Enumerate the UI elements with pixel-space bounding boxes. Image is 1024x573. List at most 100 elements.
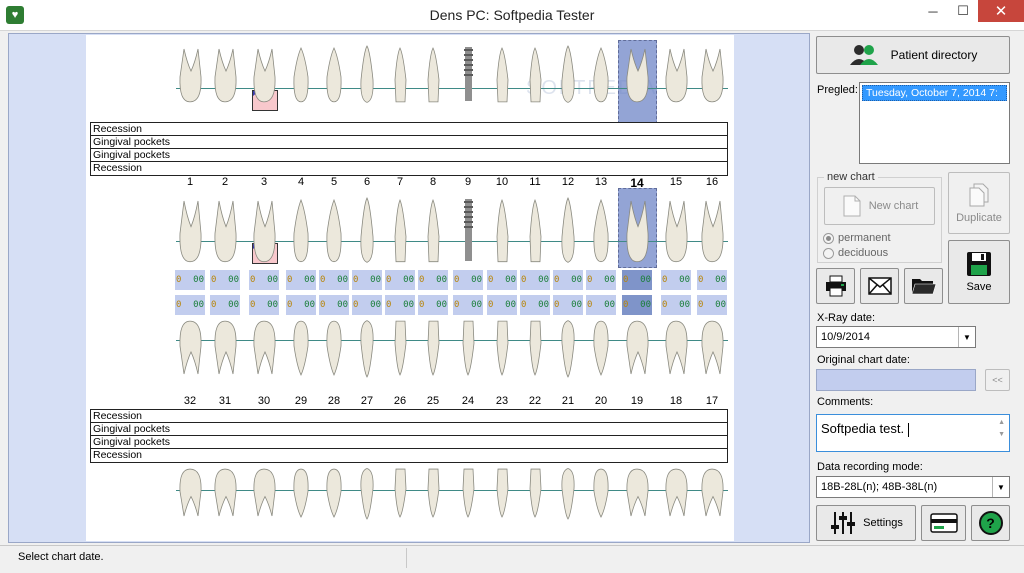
radio-deciduous-dot[interactable] xyxy=(823,247,834,259)
upper-occlusal-tooth-2[interactable] xyxy=(210,45,240,103)
lower-buccal-tooth-27[interactable] xyxy=(352,320,382,378)
tooth-number[interactable]: 21 xyxy=(557,395,579,407)
tooth-number[interactable]: 17 xyxy=(701,395,723,407)
tooth-number[interactable]: 9 xyxy=(457,176,479,188)
perio-row[interactable]: Gingival pockets xyxy=(91,423,727,436)
lower-buccal-tooth-28[interactable] xyxy=(319,320,349,378)
tooth-number[interactable]: 11 xyxy=(524,176,546,188)
tooth-number[interactable]: 13 xyxy=(590,176,612,188)
perio-row[interactable]: Recession xyxy=(91,123,727,136)
perio-data-cell[interactable]: 0 00 xyxy=(352,270,382,290)
tooth-number[interactable]: 8 xyxy=(422,176,444,188)
perio-data-cell[interactable]: 0 00 xyxy=(453,270,483,290)
upper-buccal-tooth-3[interactable] xyxy=(249,197,279,263)
perio-data-cell[interactable]: 0 00 xyxy=(553,270,583,290)
tooth-number[interactable]: 28 xyxy=(323,395,345,407)
perio-data-cell[interactable]: 0 00 xyxy=(210,295,240,315)
pregled-selected-item[interactable]: Tuesday, October 7, 2014 7: xyxy=(862,85,1007,101)
lower-perio-grid[interactable]: Recession Gingival pockets Gingival pock… xyxy=(90,409,728,463)
upper-occlusal-tooth-8[interactable] xyxy=(418,45,448,103)
tooth-number[interactable]: 20 xyxy=(590,395,612,407)
perio-data-cell[interactable]: 0 00 xyxy=(319,295,349,315)
upper-buccal-tooth-4[interactable] xyxy=(286,197,316,263)
dental-chart[interactable]: SOFTPEDIA Recession Gingival pockets Gin… xyxy=(86,35,734,541)
perio-data-cell[interactable]: 0 00 xyxy=(520,295,550,315)
maximize-button[interactable]: ☐ xyxy=(948,0,978,22)
upper-buccal-tooth-14[interactable] xyxy=(622,197,652,263)
tooth-number[interactable]: 27 xyxy=(356,395,378,407)
upper-buccal-tooth-16[interactable] xyxy=(697,197,727,263)
perio-data-cell[interactable]: 0 00 xyxy=(385,295,415,315)
upper-buccal-tooth-12[interactable] xyxy=(553,197,583,263)
upper-buccal-tooth-8[interactable] xyxy=(418,197,448,263)
tooth-number[interactable]: 32 xyxy=(179,395,201,407)
upper-occlusal-tooth-16[interactable] xyxy=(697,45,727,103)
perio-data-cell[interactable]: 0 00 xyxy=(175,270,205,290)
tooth-number[interactable]: 7 xyxy=(389,176,411,188)
perio-data-cell[interactable]: 0 00 xyxy=(249,270,279,290)
lower-buccal-tooth-21[interactable] xyxy=(553,320,583,378)
patient-directory-button[interactable]: Patient directory xyxy=(816,36,1010,74)
tooth-number[interactable]: 4 xyxy=(290,176,312,188)
perio-data-cell[interactable]: 0 00 xyxy=(286,270,316,290)
lower-buccal-tooth-22[interactable] xyxy=(520,320,550,378)
upper-occlusal-tooth-13[interactable] xyxy=(586,45,616,103)
perio-data-cell[interactable]: 0 00 xyxy=(175,295,205,315)
duplicate-button[interactable]: Duplicate xyxy=(948,172,1010,234)
tooth-number[interactable]: 16 xyxy=(701,176,723,188)
radio-deciduous[interactable]: deciduous xyxy=(823,247,888,259)
perio-data-cell[interactable]: 0 00 xyxy=(697,295,727,315)
perio-data-cell[interactable]: 0 00 xyxy=(249,295,279,315)
perio-data-cell[interactable]: 0 00 xyxy=(319,270,349,290)
pregled-list[interactable]: Tuesday, October 7, 2014 7: xyxy=(859,82,1010,164)
lower-occlusal-tooth-32[interactable] xyxy=(175,468,205,520)
upper-buccal-tooth-13[interactable] xyxy=(586,197,616,263)
lower-buccal-tooth-29[interactable] xyxy=(286,320,316,378)
upper-occlusal-tooth-14[interactable] xyxy=(622,45,652,103)
lower-buccal-tooth-26[interactable] xyxy=(385,320,415,378)
xray-date-dropdown[interactable]: 10/9/2014 ▼ xyxy=(816,326,976,348)
upper-buccal-tooth-2[interactable] xyxy=(210,197,240,263)
lower-occlusal-tooth-31[interactable] xyxy=(210,468,240,520)
radio-permanent[interactable]: permanent xyxy=(823,232,891,244)
upper-buccal-tooth-1[interactable] xyxy=(175,197,205,263)
tooth-number[interactable]: 19 xyxy=(626,395,648,407)
perio-data-cell[interactable]: 0 00 xyxy=(487,270,517,290)
upper-occlusal-tooth-3[interactable] xyxy=(249,45,279,103)
upper-occlusal-tooth-4[interactable] xyxy=(286,45,316,103)
lower-occlusal-tooth-30[interactable] xyxy=(249,468,279,520)
new-chart-button[interactable]: New chart xyxy=(824,187,935,225)
perio-data-cell[interactable]: 0 00 xyxy=(385,270,415,290)
upper-buccal-tooth-6[interactable] xyxy=(352,197,382,263)
tooth-number[interactable]: 18 xyxy=(665,395,687,407)
chevron-down-icon[interactable]: ▼ xyxy=(992,477,1009,497)
lower-occlusal-tooth-17[interactable] xyxy=(697,468,727,520)
tooth-number[interactable]: 25 xyxy=(422,395,444,407)
tooth-number[interactable]: 15 xyxy=(665,176,687,188)
lower-occlusal-tooth-20[interactable] xyxy=(586,468,616,520)
perio-data-cell[interactable]: 0 00 xyxy=(418,270,448,290)
tooth-number[interactable]: 12 xyxy=(557,176,579,188)
lower-occlusal-tooth-28[interactable] xyxy=(319,468,349,520)
tooth-number[interactable]: 23 xyxy=(491,395,513,407)
lower-occlusal-tooth-29[interactable] xyxy=(286,468,316,520)
lower-occlusal-tooth-19[interactable] xyxy=(622,468,652,520)
lower-occlusal-tooth-22[interactable] xyxy=(520,468,550,520)
tooth-number[interactable]: 30 xyxy=(253,395,275,407)
open-folder-button[interactable] xyxy=(904,268,943,304)
chevron-down-icon[interactable]: ▼ xyxy=(958,327,975,347)
back-button[interactable]: << xyxy=(985,369,1010,391)
settings-button[interactable]: Settings xyxy=(816,505,916,541)
print-button[interactable] xyxy=(816,268,855,304)
perio-data-cell[interactable]: 0 00 xyxy=(553,295,583,315)
tooth-number[interactable]: 22 xyxy=(524,395,546,407)
perio-row[interactable]: Gingival pockets xyxy=(91,136,727,149)
upper-occlusal-tooth-7[interactable] xyxy=(385,45,415,103)
tooth-number[interactable]: 3 xyxy=(253,176,275,188)
upper-occlusal-tooth-9[interactable] xyxy=(453,45,483,103)
lower-buccal-tooth-18[interactable] xyxy=(661,320,691,378)
lower-buccal-tooth-31[interactable] xyxy=(210,320,240,378)
data-recording-mode-dropdown[interactable]: 18B-28L(n); 48B-38L(n) ▼ xyxy=(816,476,1010,498)
lower-buccal-tooth-32[interactable] xyxy=(175,320,205,378)
lower-buccal-tooth-17[interactable] xyxy=(697,320,727,378)
